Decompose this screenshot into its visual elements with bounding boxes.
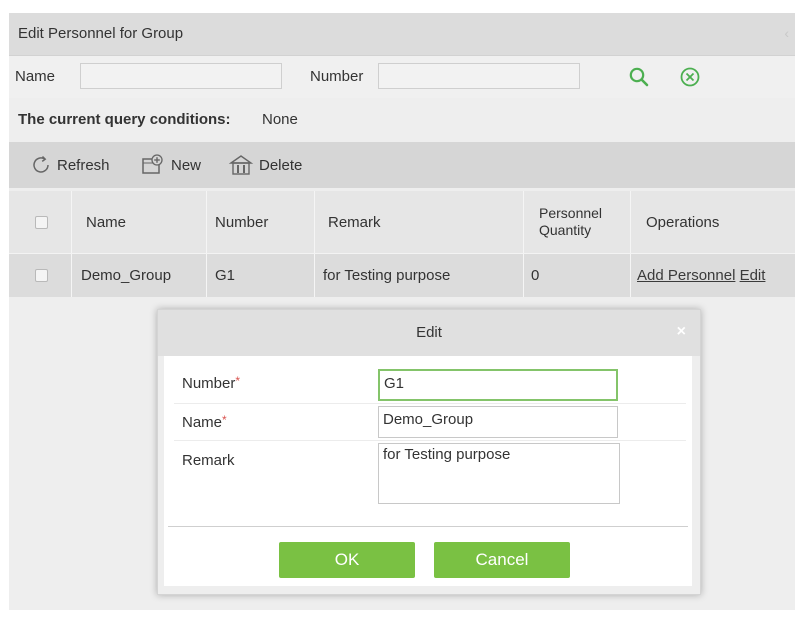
row-remark: for Testing purpose <box>323 267 451 284</box>
dialog-title: Edit <box>416 324 442 341</box>
number-field-label: Number* <box>182 374 241 392</box>
column-header-name: Name <box>86 214 127 231</box>
column-divider <box>523 191 524 297</box>
delete-button[interactable]: Delete <box>228 152 302 178</box>
refresh-icon <box>33 155 49 173</box>
table-row[interactable]: Demo_Group G1 for Testing purpose 0 Add … <box>9 253 795 297</box>
search-row: Name Number <box>9 56 795 98</box>
form-divider <box>174 440 686 441</box>
toolbar: Refresh New Delete <box>9 142 795 188</box>
row-personnel-quantity: 0 <box>531 267 540 284</box>
form-divider <box>174 403 686 404</box>
column-header-remark: Remark <box>328 214 381 231</box>
refresh-label: Refresh <box>57 156 110 174</box>
column-divider <box>630 191 631 297</box>
add-personnel-link[interactable]: Add Personnel <box>637 267 735 284</box>
select-all-checkbox[interactable] <box>35 216 48 229</box>
remark-field[interactable]: for Testing purpose <box>378 443 620 504</box>
cancel-button[interactable]: Cancel <box>434 542 570 578</box>
panel-titlebar: Edit Personnel for Group ‹ <box>9 13 795 56</box>
dialog-footer-divider <box>168 526 688 527</box>
dialog-header: Edit × <box>158 310 700 356</box>
query-conditions-value: None <box>262 111 298 128</box>
query-conditions-row: The current query conditions: None <box>9 99 795 139</box>
column-header-operations: Operations <box>646 214 720 231</box>
remark-field-label: Remark <box>182 452 235 469</box>
number-search-input[interactable] <box>378 63 580 89</box>
column-header-number: Number <box>215 214 269 231</box>
required-mark: * <box>222 413 227 427</box>
column-header-personnel-quantity: Personnel Quantity <box>539 205 603 238</box>
name-field[interactable]: Demo_Group <box>378 406 618 438</box>
new-label: New <box>171 156 202 174</box>
panel-title: Edit Personnel for Group <box>18 25 184 42</box>
name-label-text: Name <box>182 414 223 431</box>
refresh-button[interactable]: Refresh <box>30 152 110 178</box>
edit-dialog: Edit × Number* G1 Name* Demo_Group Remar… <box>157 309 701 595</box>
number-field[interactable]: G1 <box>378 369 618 401</box>
new-icon <box>142 154 163 174</box>
collapse-icon[interactable]: ‹ <box>784 25 789 41</box>
column-divider <box>71 191 72 297</box>
number-search-label: Number <box>310 68 364 85</box>
edit-link[interactable]: Edit <box>740 267 766 284</box>
row-divider <box>9 253 795 254</box>
row-name: Demo_Group <box>81 267 172 284</box>
number-label-text: Number <box>182 375 236 392</box>
table-header: Name Number Remark Personnel Quantity Op… <box>9 191 795 253</box>
dialog-body: Number* G1 Name* Demo_Group Remark for T… <box>164 356 692 586</box>
column-divider <box>314 191 315 297</box>
delete-label: Delete <box>259 156 303 174</box>
query-conditions-label: The current query conditions: <box>18 111 231 128</box>
row-number: G1 <box>215 267 236 284</box>
name-field-label: Name* <box>182 413 227 431</box>
ok-button[interactable]: OK <box>279 542 415 578</box>
column-divider <box>206 191 207 297</box>
name-search-input[interactable] <box>80 63 282 89</box>
row-checkbox[interactable] <box>35 269 48 282</box>
close-icon[interactable]: × <box>677 323 686 341</box>
clear-icon[interactable] <box>678 65 702 89</box>
new-button[interactable]: New <box>140 152 201 178</box>
required-mark: * <box>235 374 241 388</box>
search-icon[interactable] <box>627 65 651 89</box>
name-search-label: Name <box>15 68 56 85</box>
delete-icon <box>228 155 254 175</box>
